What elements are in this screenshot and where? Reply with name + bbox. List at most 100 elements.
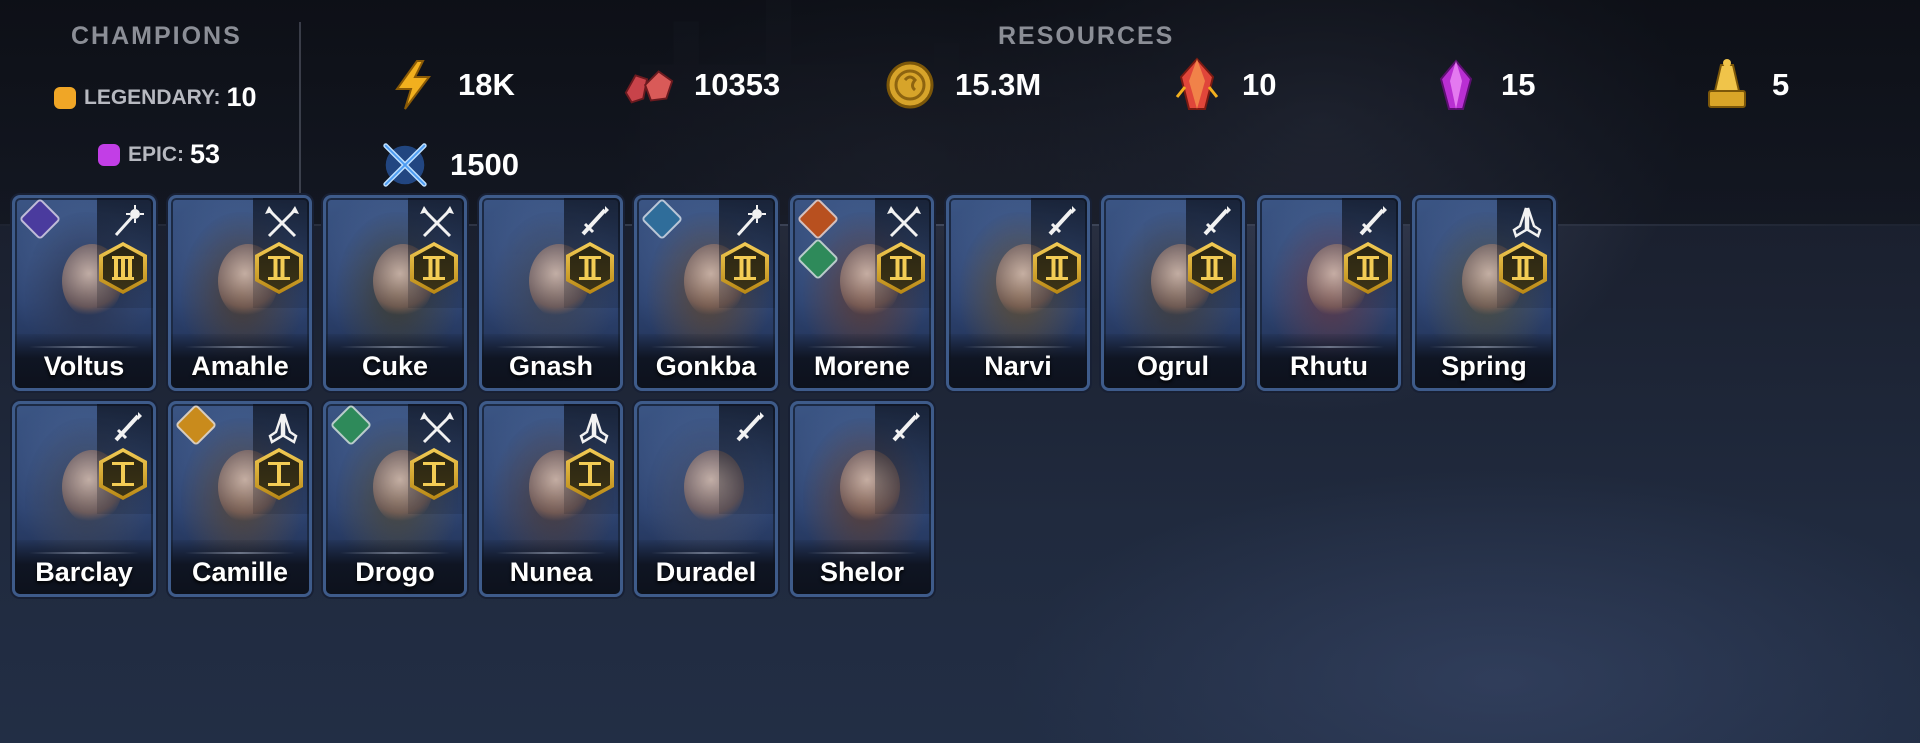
rank-numeral-icon (1037, 246, 1077, 290)
rank-numeral-icon (881, 246, 921, 290)
champion-name: Rhutu (1290, 351, 1368, 381)
wand-icon (729, 202, 769, 242)
resource-red-shard[interactable]: 10 (1170, 57, 1276, 112)
purple-crystal-icon (1429, 58, 1483, 112)
champion-card[interactable]: Camille (168, 401, 312, 597)
rank-numeral-icon (259, 452, 299, 496)
champion-card[interactable]: Barclay (12, 401, 156, 597)
champion-card[interactable]: Ogrul (1101, 195, 1245, 391)
epic-rarity-icon (98, 143, 120, 166)
card-ornament (1117, 346, 1229, 348)
card-ornament (650, 552, 762, 554)
card-ornament (650, 346, 762, 348)
sword-icon (574, 202, 614, 242)
champion-name: Barclay (35, 557, 133, 587)
praying-hands-icon (1507, 202, 1547, 242)
gold-trophy-icon (1700, 58, 1754, 112)
ruby-icon (622, 58, 676, 112)
resource-energy[interactable]: 18K (386, 58, 515, 112)
card-ornament (1273, 346, 1385, 348)
legendary-rarity-icon (54, 86, 76, 109)
legendary-count-row: LEGENDARY: 10 (54, 82, 257, 113)
rank-numeral-icon (725, 246, 765, 290)
champion-name: Spring (1441, 351, 1527, 381)
red-crystal-icon (1170, 57, 1224, 112)
rank-numeral-icon (570, 452, 610, 496)
champion-card[interactable]: Gonkba (634, 195, 778, 391)
gold-item-value: 5 (1772, 67, 1790, 102)
champion-name: Morene (813, 351, 911, 381)
rank-numeral-icon (1192, 246, 1232, 290)
sword-icon (1352, 202, 1392, 242)
champion-name: Ogrul (1137, 351, 1209, 381)
champion-card[interactable]: Nunea (479, 401, 623, 597)
sword-icon (729, 408, 769, 448)
champion-card[interactable]: Drogo (323, 401, 467, 597)
card-ornament (184, 552, 296, 554)
champion-card[interactable]: Voltus (12, 195, 156, 391)
card-ornament (1428, 346, 1540, 348)
champions-title: CHAMPIONS (71, 22, 242, 50)
lightning-icon (386, 58, 440, 112)
section-divider (299, 22, 301, 202)
champion-name: Amahle (191, 351, 289, 381)
champion-card[interactable]: Amahle (168, 195, 312, 391)
card-ornament (339, 346, 451, 348)
energy-value: 18K (458, 67, 515, 102)
champion-card[interactable]: Spring (1412, 195, 1556, 391)
rank-numeral-icon (414, 452, 454, 496)
champion-name: Shelor (819, 557, 905, 587)
resources-title: RESOURCES (998, 22, 1175, 50)
card-ornament (806, 552, 918, 554)
silver-value: 15.3M (955, 67, 1042, 102)
rank-numeral-icon (1348, 246, 1388, 290)
card-ornament (28, 552, 140, 554)
rubies-value: 10353 (694, 67, 781, 102)
champion-card[interactable]: Gnash (479, 195, 623, 391)
rank-numeral-icon (570, 246, 610, 290)
rank-numeral-icon (103, 246, 143, 290)
champion-card[interactable]: Cuke (323, 195, 467, 391)
rank-numeral-icon (103, 452, 143, 496)
card-ornament (339, 552, 451, 554)
purple-shard-value: 15 (1501, 67, 1536, 102)
champion-name: Voltus (43, 351, 125, 381)
coin-icon (883, 58, 937, 112)
epic-count-row: EPIC: 53 (98, 139, 220, 170)
card-ornament (184, 346, 296, 348)
champion-name: Drogo (355, 557, 435, 587)
card-ornament (806, 346, 918, 348)
epic-count: 53 (190, 139, 221, 169)
champion-card[interactable]: Shelor (790, 401, 934, 597)
champion-name: Gonkba (655, 351, 757, 381)
champion-name: Cuke (361, 351, 429, 381)
resource-rubies[interactable]: 10353 (622, 58, 780, 112)
wand-icon (107, 202, 147, 242)
champions-summary: CHAMPIONS LEGENDARY: 10 EPIC: 53 (0, 0, 300, 226)
sword-icon (1041, 202, 1081, 242)
rank-numeral-icon (414, 246, 454, 290)
resource-gold-item[interactable]: 5 (1700, 58, 1789, 112)
spear-icon (418, 408, 458, 448)
champion-card[interactable]: Duradel (634, 401, 778, 597)
epic-label: EPIC: (128, 142, 185, 166)
legendary-count: 10 (226, 82, 257, 112)
champion-name: Duradel (655, 557, 757, 587)
spear-icon (885, 202, 925, 242)
champion-card[interactable]: Narvi (946, 195, 1090, 391)
champion-name: Gnash (508, 351, 594, 381)
card-ornament (495, 552, 607, 554)
arena-tokens-value: 1500 (450, 147, 519, 182)
card-ornament (28, 346, 140, 348)
sword-icon (1196, 202, 1236, 242)
champion-name: Narvi (984, 351, 1052, 381)
champion-card[interactable]: Rhutu (1257, 195, 1401, 391)
spear-icon (418, 202, 458, 242)
praying-hands-icon (574, 408, 614, 448)
resource-purple-shard[interactable]: 15 (1429, 58, 1535, 112)
resource-arena-tokens[interactable]: 1500 (378, 138, 519, 192)
champion-name: Nunea (509, 557, 593, 587)
champion-card[interactable]: Morene (790, 195, 934, 391)
resource-silver[interactable]: 15.3M (883, 58, 1041, 112)
card-ornament (962, 346, 1074, 348)
